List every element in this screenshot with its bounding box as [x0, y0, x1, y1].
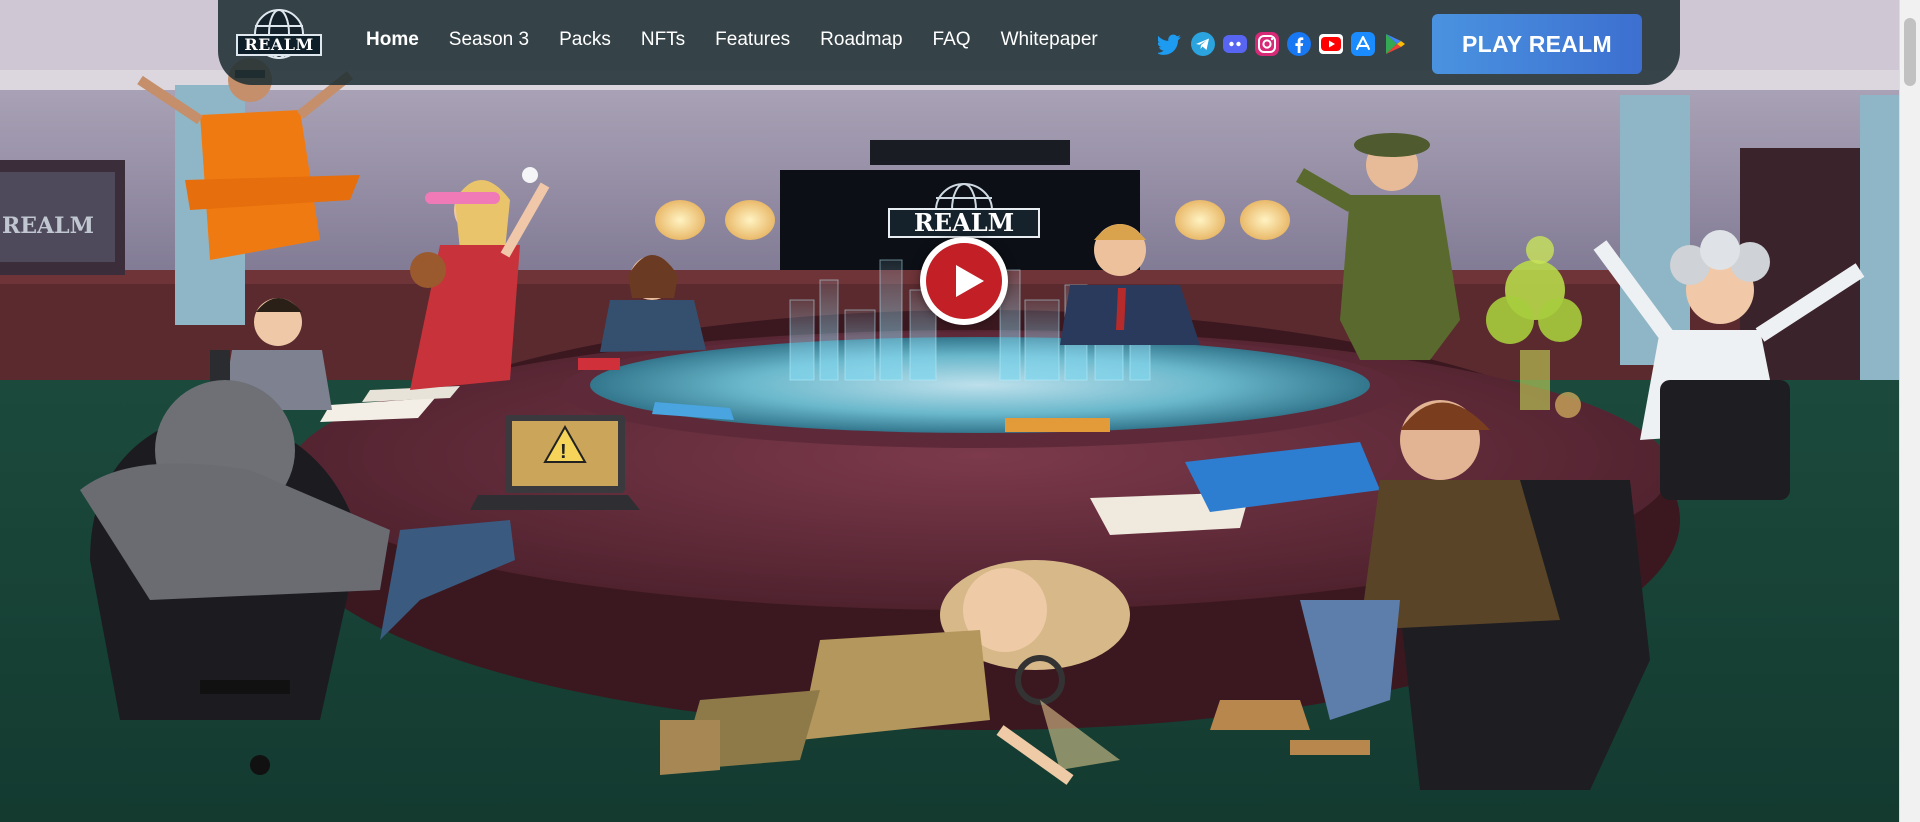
youtube-icon[interactable] — [1318, 31, 1344, 57]
page-scrollbar[interactable] — [1899, 0, 1920, 822]
boardroom-scene: ! — [0, 0, 1900, 822]
telegram-icon[interactable] — [1190, 31, 1216, 57]
nav-link-packs[interactable]: Packs — [559, 28, 611, 52]
screen-logo: REALM — [888, 180, 1040, 240]
play-icon — [956, 265, 984, 297]
wall-screen-logo: REALM — [0, 195, 120, 253]
screen-logo-text: REALM — [888, 208, 1040, 238]
realm-logo[interactable]: REALM — [236, 6, 322, 78]
nav-link-nfts[interactable]: NFTs — [641, 28, 685, 52]
google-play-icon[interactable] — [1382, 31, 1408, 57]
nav-link-faq[interactable]: FAQ — [933, 28, 971, 52]
app-store-icon[interactable] — [1350, 31, 1376, 57]
scrollbar-thumb[interactable] — [1904, 18, 1916, 86]
hero-illustration: ! REALM REALM — [0, 0, 1900, 822]
social-links — [1158, 31, 1408, 57]
video-play-button[interactable] — [920, 237, 1008, 325]
top-navbar: REALM Home Season 3 Packs NFTs Features … — [218, 0, 1680, 85]
play-icon-circle — [926, 243, 1002, 319]
facebook-icon[interactable] — [1286, 31, 1312, 57]
main-nav: Home Season 3 Packs NFTs Features Roadma… — [366, 28, 1128, 52]
discord-icon[interactable] — [1222, 31, 1248, 57]
nav-link-features[interactable]: Features — [715, 28, 790, 52]
svg-text:!: ! — [560, 441, 567, 463]
nav-link-whitepaper[interactable]: Whitepaper — [1001, 28, 1098, 52]
nav-link-home[interactable]: Home — [366, 28, 419, 52]
instagram-icon[interactable] — [1254, 31, 1280, 57]
wall-logo-text: REALM — [2, 213, 94, 239]
nav-link-roadmap[interactable]: Roadmap — [820, 28, 902, 52]
play-realm-button[interactable]: PLAY REALM — [1432, 14, 1642, 74]
twitter-icon[interactable] — [1158, 31, 1184, 57]
nav-link-season-3[interactable]: Season 3 — [449, 28, 529, 52]
logo-text: REALM — [236, 34, 322, 56]
